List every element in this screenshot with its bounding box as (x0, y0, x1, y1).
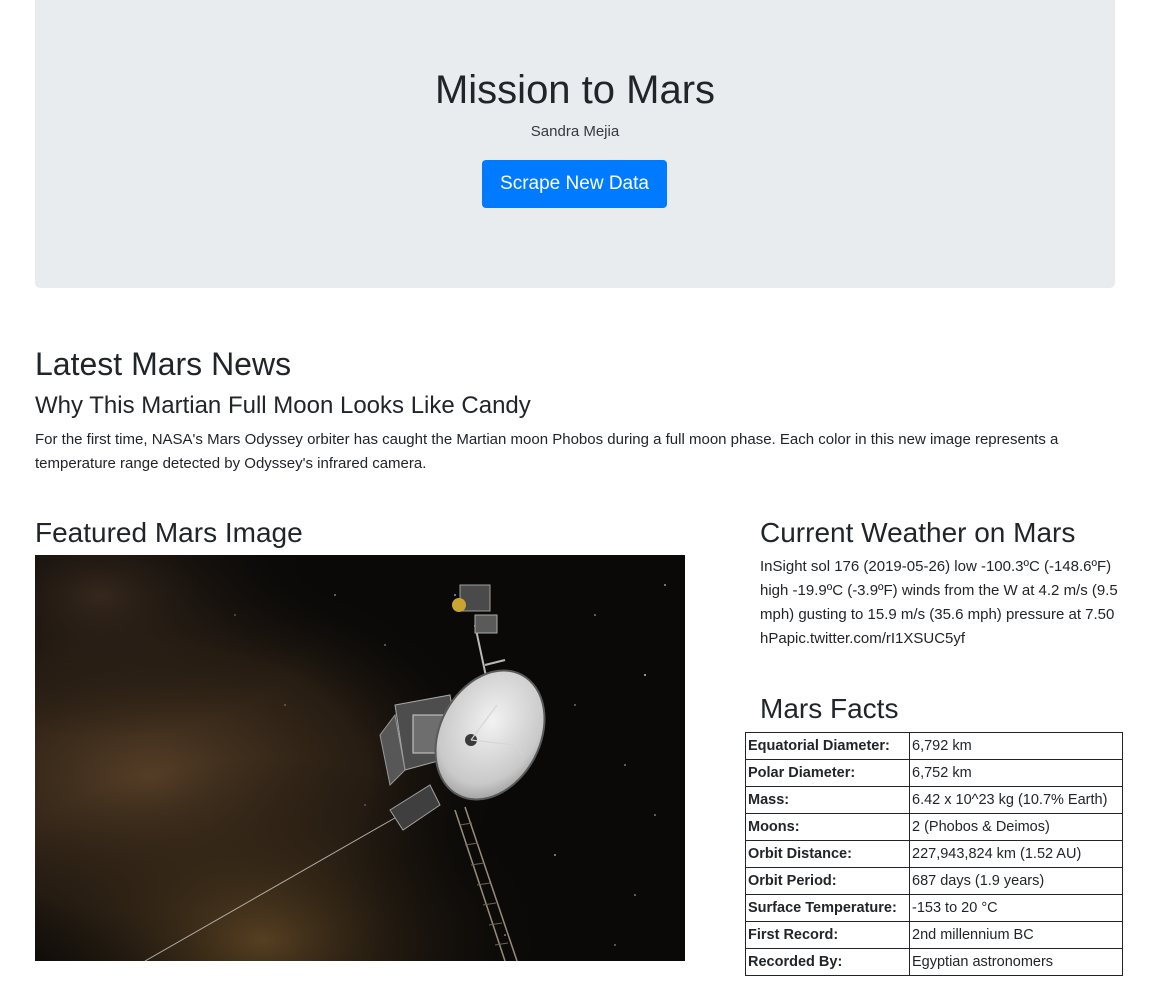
fact-value: 6.42 x 10^23 kg (10.7% Earth) (909, 786, 1123, 814)
fact-label: Surface Temperature: (745, 894, 910, 922)
table-row: Recorded By: Egyptian astronomers (745, 948, 1123, 976)
page-title: Mission to Mars (434, 68, 716, 112)
fact-label: Equatorial Diameter: (745, 732, 910, 760)
featured-image-heading: Featured Mars Image (35, 517, 303, 548)
table-row: Moons: 2 (Phobos & Deimos) (745, 813, 1123, 841)
fact-label: Polar Diameter: (745, 759, 910, 787)
table-row: Surface Temperature: -153 to 20 °C (745, 894, 1123, 922)
fact-label: First Record: (745, 921, 910, 949)
table-row: First Record: 2nd millennium BC (745, 921, 1123, 949)
author-name: Sandra Mejia (530, 123, 620, 140)
fact-label: Orbit Distance: (745, 840, 910, 868)
weather-heading: Current Weather on Mars (760, 517, 1076, 548)
news-paragraph: For the first time, NASA's Mars Odyssey … (35, 431, 1059, 472)
table-row: Polar Diameter: 6,752 km (745, 759, 1123, 787)
fact-value: 2 (Phobos & Deimos) (909, 813, 1123, 841)
news-section-heading: Latest Mars News (35, 346, 292, 382)
header-jumbotron: Mission to Mars Sandra Mejia Scrape New … (35, 0, 1115, 288)
fact-value: 227,943,824 km (1.52 AU) (909, 840, 1123, 868)
fact-label: Recorded By: (745, 948, 910, 976)
fact-value: 687 days (1.9 years) (909, 867, 1123, 895)
fact-value: 6,792 km (909, 732, 1123, 760)
fact-value: 2nd millennium BC (909, 921, 1123, 949)
scrape-new-data-button[interactable]: Scrape New Data (482, 160, 667, 208)
fact-value: 6,752 km (909, 759, 1123, 787)
table-row: Mass: 6.42 x 10^23 kg (10.7% Earth) (745, 786, 1123, 814)
mars-facts-table: Equatorial Diameter: 6,792 km Polar Diam… (745, 732, 1123, 976)
facts-heading: Mars Facts (760, 693, 899, 724)
featured-mars-image (35, 555, 685, 961)
weather-report: InSight sol 176 (2019-05-26) low -100.3º… (760, 558, 1118, 647)
fact-value: -153 to 20 °C (909, 894, 1123, 922)
fact-label: Mass: (745, 786, 910, 814)
news-title: Why This Martian Full Moon Looks Like Ca… (35, 392, 531, 419)
table-row: Orbit Distance: 227,943,824 km (1.52 AU) (745, 840, 1123, 868)
fact-value: Egyptian astronomers (909, 948, 1123, 976)
fact-label: Orbit Period: (745, 867, 910, 895)
table-row: Orbit Period: 687 days (1.9 years) (745, 867, 1123, 895)
fact-label: Moons: (745, 813, 910, 841)
spacecraft-image (35, 555, 685, 961)
table-row: Equatorial Diameter: 6,792 km (745, 732, 1123, 760)
